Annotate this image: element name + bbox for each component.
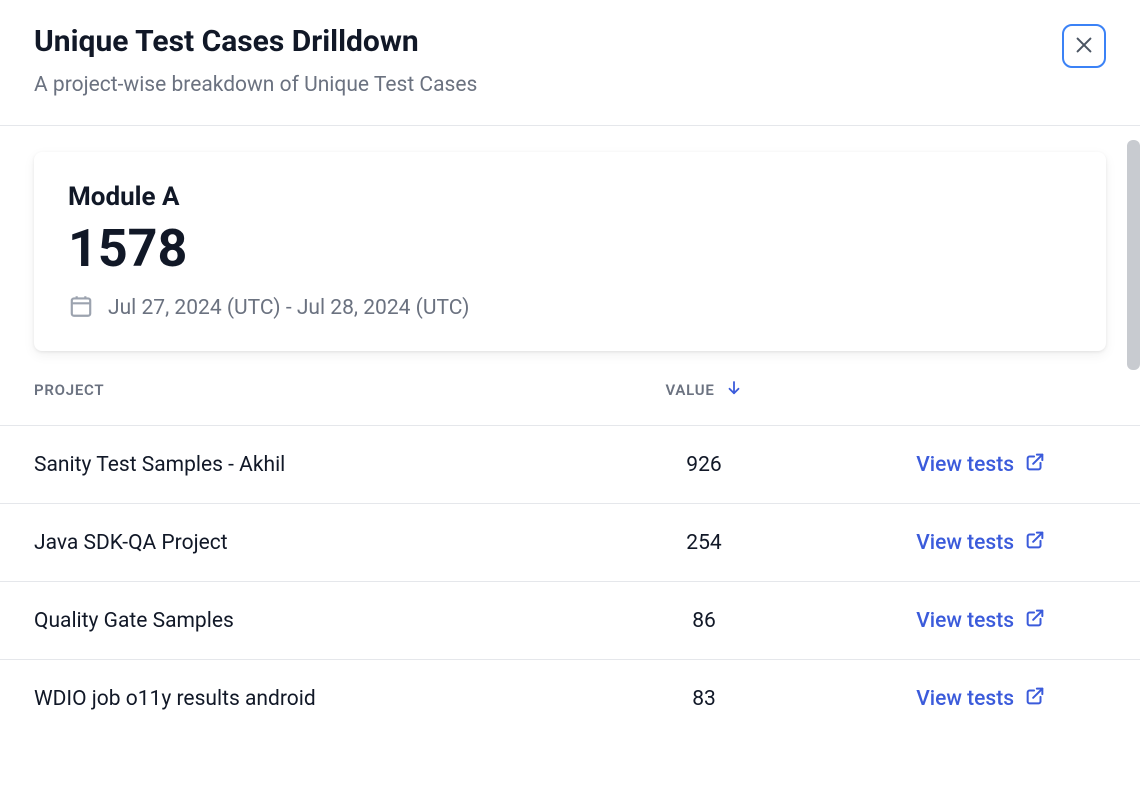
view-tests-label: View tests xyxy=(916,687,1014,711)
project-name: Quality Gate Samples xyxy=(34,609,594,633)
column-header-value-label: VALUE xyxy=(665,381,714,399)
project-name: WDIO job o11y results android xyxy=(34,687,594,711)
date-range: Jul 27, 2024 (UTC) - Jul 28, 2024 (UTC) xyxy=(108,296,469,320)
arrow-down-icon xyxy=(725,379,743,401)
close-icon xyxy=(1073,34,1095,59)
external-link-icon xyxy=(1024,685,1046,713)
external-link-icon xyxy=(1024,451,1046,479)
view-tests-link[interactable]: View tests xyxy=(916,685,1046,713)
view-tests-link[interactable]: View tests xyxy=(916,451,1046,479)
content-scroll[interactable]: Module A 1578 Jul 27, 2024 (UTC) - Jul 2… xyxy=(0,126,1140,788)
project-name: Java SDK-QA Project xyxy=(34,531,594,555)
column-header-project[interactable]: PROJECT xyxy=(34,381,594,399)
table-row: Quality Gate Samples 86 View tests xyxy=(0,581,1140,659)
calendar-icon xyxy=(68,293,94,323)
project-value: 83 xyxy=(594,687,814,711)
view-tests-link[interactable]: View tests xyxy=(916,607,1046,635)
summary-card: Module A 1578 Jul 27, 2024 (UTC) - Jul 2… xyxy=(34,152,1106,351)
projects-table: PROJECT VALUE Sanity Test Samp xyxy=(34,379,1106,737)
project-value: 86 xyxy=(594,609,814,633)
external-link-icon xyxy=(1024,529,1046,557)
project-value: 254 xyxy=(594,531,814,555)
table-row: Sanity Test Samples - Akhil 926 View tes… xyxy=(0,425,1140,503)
modal-header: Unique Test Cases Drilldown A project-wi… xyxy=(0,0,1140,126)
close-button[interactable] xyxy=(1062,24,1106,68)
view-tests-label: View tests xyxy=(916,531,1014,555)
view-tests-link[interactable]: View tests xyxy=(916,529,1046,557)
column-header-value[interactable]: VALUE xyxy=(665,379,742,401)
external-link-icon xyxy=(1024,607,1046,635)
scrollbar-thumb[interactable] xyxy=(1127,140,1140,370)
page-title: Unique Test Cases Drilldown xyxy=(34,24,477,59)
module-name: Module A xyxy=(68,182,1072,212)
project-name: Sanity Test Samples - Akhil xyxy=(34,453,594,477)
table-row: WDIO job o11y results android 83 View te… xyxy=(0,659,1140,737)
table-row: Java SDK-QA Project 254 View tests xyxy=(0,503,1140,581)
project-value: 926 xyxy=(594,453,814,477)
total-count: 1578 xyxy=(68,218,1072,279)
page-subtitle: A project-wise breakdown of Unique Test … xyxy=(34,73,477,97)
view-tests-label: View tests xyxy=(916,453,1014,477)
view-tests-label: View tests xyxy=(916,609,1014,633)
